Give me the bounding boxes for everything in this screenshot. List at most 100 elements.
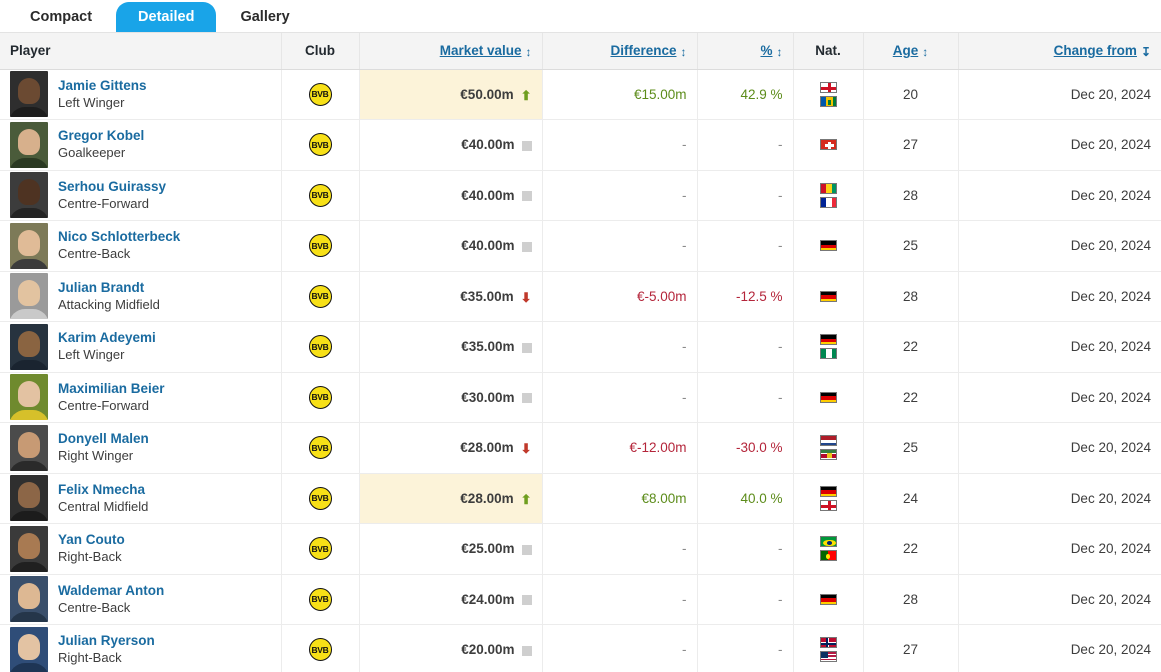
club-crest-icon[interactable]: BVB (308, 436, 332, 460)
column-header-difference[interactable]: Difference ↕ (542, 33, 698, 70)
club-crest-icon[interactable]: BVB (308, 183, 332, 207)
market-value-text: €28.00m (460, 440, 514, 456)
column-header-player: Player (0, 33, 282, 70)
club-crest-icon[interactable]: BVB (308, 133, 332, 157)
player-photo[interactable] (10, 71, 48, 118)
sort-desc-icon[interactable]: ↧ (1141, 46, 1151, 58)
market-value-text: €40.00m (461, 238, 515, 254)
player-name-link[interactable]: Waldemar Anton (58, 582, 164, 599)
column-label-age[interactable]: Age (893, 43, 919, 58)
difference-cell: - (542, 220, 698, 272)
tab-detailed[interactable]: Detailed (116, 2, 217, 32)
column-label-market-value[interactable]: Market value (440, 43, 522, 58)
difference-value: €-5.00m (636, 288, 687, 304)
club-crest-icon[interactable]: BVB (308, 284, 332, 308)
age-value: 25 (902, 440, 919, 456)
column-label-change-from[interactable]: Change from (1054, 43, 1137, 58)
column-header-percent[interactable]: % ↕ (697, 33, 794, 70)
player-name-link[interactable]: Jamie Gittens (58, 77, 147, 94)
table-row[interactable]: Felix Nmecha Central Midfield BVB €28.00m ⬆ €… (0, 473, 1161, 524)
table-row[interactable]: Julian Brandt Attacking Midfield BVB €35.00… (0, 271, 1161, 322)
table-row[interactable]: Julian Ryerson Right-Back BVB €20.00m - - 27 De… (0, 624, 1161, 672)
player-photo[interactable] (10, 525, 48, 572)
player-name-link[interactable]: Gregor Kobel (58, 127, 144, 144)
club-crest-icon[interactable]: BVB (308, 486, 332, 510)
table-row[interactable]: Gregor Kobel Goalkeeper BVB €40.00m - - 27 Dec … (0, 119, 1161, 171)
player-name-link[interactable]: Maximilian Beier (58, 380, 165, 397)
club-cell: BVB (281, 422, 360, 474)
flag-stack (804, 334, 853, 360)
player-block: Maximilian Beier Centre-Forward (10, 374, 271, 421)
column-header-market-value[interactable]: Market value ↕ (359, 33, 543, 70)
column-label-percent[interactable]: % (760, 43, 772, 58)
player-position: Centre-Back (58, 599, 131, 615)
market-value-table: Player Club Market value ↕ Difference ↕ % ↕ (0, 33, 1161, 672)
market-value-cell: €24.00m (359, 574, 543, 625)
club-crest-icon[interactable]: BVB (308, 82, 332, 106)
player-photo[interactable] (10, 323, 48, 370)
club-crest-icon[interactable]: BVB (308, 537, 332, 561)
table-row[interactable]: Jamie Gittens Left Winger BVB €50.00m ⬆ €15.0… (0, 69, 1161, 120)
trend-up-icon: ⬆ (520, 491, 532, 507)
tab-gallery[interactable]: Gallery (218, 2, 312, 32)
player-photo[interactable] (10, 273, 48, 320)
trend-down-icon: ⬇ (520, 441, 532, 457)
club-cell: BVB (281, 220, 360, 272)
percent-cell: - (697, 119, 794, 171)
club-crest-icon[interactable]: BVB (308, 335, 332, 359)
percent-value: 42.9 % (740, 86, 783, 102)
sort-updown-icon[interactable]: ↕ (681, 46, 687, 58)
flag-icon-portugal (819, 550, 837, 562)
club-crest-label: BVB (311, 644, 329, 655)
tab-compact[interactable]: Compact (8, 2, 115, 32)
club-crest-icon[interactable]: BVB (308, 587, 332, 611)
difference-value: - (682, 389, 687, 405)
player-photo[interactable] (10, 374, 48, 421)
player-photo[interactable] (10, 172, 48, 219)
column-header-change-from[interactable]: Change from ↧ (958, 33, 1161, 70)
column-header-age[interactable]: Age ↕ (863, 33, 959, 70)
club-crest-icon[interactable]: BVB (308, 638, 332, 662)
player-cell: Waldemar Anton Centre-Back (0, 574, 282, 625)
player-photo[interactable] (10, 424, 48, 471)
market-value-cell: €28.00m ⬇ (359, 422, 543, 474)
club-cell: BVB (281, 170, 360, 221)
table-row[interactable]: Nico Schlotterbeck Centre-Back BVB €40.00m -… (0, 220, 1161, 272)
table-row[interactable]: Yan Couto Right-Back BVB €25.00m - - 22 Dec 20,… (0, 523, 1161, 575)
player-name-link[interactable]: Karim Adeyemi (58, 329, 156, 346)
flag-icon-germany (819, 290, 837, 302)
club-crest-icon[interactable]: BVB (308, 385, 332, 409)
column-label-difference[interactable]: Difference (610, 43, 676, 58)
table-row[interactable]: Waldemar Anton Centre-Back BVB €24.00m - - 28 D… (0, 574, 1161, 625)
player-photo[interactable] (10, 576, 48, 623)
market-value-table-wrap: Player Club Market value ↕ Difference ↕ % ↕ (0, 32, 1161, 672)
player-photo[interactable] (10, 222, 48, 269)
player-photo[interactable] (10, 475, 48, 522)
sort-updown-icon[interactable]: ↕ (777, 46, 783, 58)
player-name-link[interactable]: Julian Brandt (58, 279, 160, 296)
table-row[interactable]: Serhou Guirassy Centre-Forward BVB €40.00m -… (0, 170, 1161, 221)
player-name-link[interactable]: Serhou Guirassy (58, 178, 166, 195)
flag-stack (804, 485, 853, 511)
table-row[interactable]: Karim Adeyemi Left Winger BVB €35.00m - - 22 De… (0, 321, 1161, 373)
flag-stack (804, 391, 853, 403)
sort-updown-icon[interactable]: ↕ (526, 46, 532, 58)
nationality-cell (793, 170, 864, 221)
table-row[interactable]: Maximilian Beier Centre-Forward BVB €30.00m… (0, 372, 1161, 423)
sort-updown-icon[interactable]: ↕ (922, 46, 928, 58)
club-crest-icon[interactable]: BVB (308, 234, 332, 258)
player-photo[interactable] (10, 626, 48, 672)
player-name-link[interactable]: Donyell Malen (58, 430, 149, 447)
trend-none-icon (521, 140, 532, 151)
age-value: 27 (902, 642, 919, 658)
player-photo[interactable] (10, 121, 48, 168)
player-name-link[interactable]: Yan Couto (58, 531, 125, 548)
player-name-link[interactable]: Julian Ryerson (58, 632, 155, 649)
player-name-link[interactable]: Felix Nmecha (58, 481, 148, 498)
change-from-value: Dec 20, 2024 (1070, 389, 1151, 405)
flag-icon-united-states (819, 651, 837, 663)
player-name-link[interactable]: Nico Schlotterbeck (58, 228, 180, 245)
table-row[interactable]: Donyell Malen Right Winger BVB €28.00m ⬇ €-12… (0, 422, 1161, 474)
player-position: Centre-Forward (58, 195, 150, 211)
market-value-cell: €50.00m ⬆ (359, 69, 543, 120)
